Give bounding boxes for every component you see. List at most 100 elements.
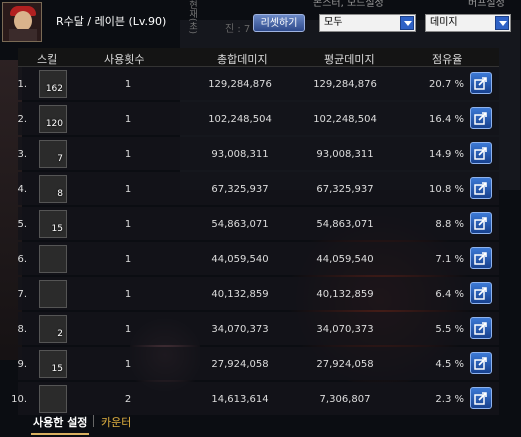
metric-select[interactable]: 데미지: [425, 14, 511, 32]
burst-icon: [39, 245, 67, 273]
blade-icon: 120: [39, 105, 67, 133]
damage-share: 8.8 %: [435, 219, 464, 230]
background-ghost-text: 진 : 7: [225, 24, 251, 35]
target-select[interactable]: 모두: [319, 14, 416, 32]
table-row: 9. 15 1 27,924,058 27,924,058 4.5 %: [0, 347, 521, 382]
detail-button[interactable]: [470, 177, 492, 199]
total-damage: 129,284,876: [208, 79, 272, 90]
total-damage: 102,248,504: [208, 114, 272, 125]
row-index: 1.: [17, 79, 27, 90]
export-icon: [474, 357, 487, 370]
export-icon: [474, 287, 487, 300]
detail-button[interactable]: [470, 247, 492, 269]
swirl-icon: 7: [39, 140, 67, 168]
column-skill: 스킬: [37, 53, 58, 66]
use-count: 1: [124, 359, 132, 370]
table-row: 6. 1 44,059,540 44,059,540 7.1 %: [0, 242, 521, 277]
row-index: 5.: [17, 219, 27, 230]
row-index: 9.: [17, 359, 27, 370]
tab-counter[interactable]: 카운터: [101, 414, 131, 430]
detail-button[interactable]: [470, 107, 492, 129]
skill-level: 7: [57, 154, 63, 164]
export-icon: [474, 77, 487, 90]
character-name: R수달 / 레이븐 (Lv.90): [56, 15, 167, 28]
use-count: 1: [124, 79, 132, 90]
avg-damage: 54,863,071: [316, 219, 374, 230]
total-damage: 44,059,540: [211, 254, 269, 265]
total-damage: 14,613,614: [211, 394, 269, 405]
column-count: 사용횟수: [104, 53, 145, 66]
vertical-tag: 현재(초): [187, 0, 197, 35]
export-icon: [474, 252, 487, 265]
detail-button[interactable]: [470, 72, 492, 94]
column-avg-damage: 평균데미지: [324, 53, 375, 66]
table-row: 2. 120 1 102,248,504 102,248,504 16.4 %: [0, 102, 521, 137]
export-icon: [474, 217, 487, 230]
table-row: 8. 2 1 34,070,373 34,070,373 5.5 %: [0, 312, 521, 347]
table-row: 3. 7 1 93,008,311 93,008,311 14.9 %: [0, 137, 521, 172]
buff-setting-label: 버프설정: [468, 0, 505, 9]
skill-table: 1. 162 1 129,284,876 129,284,876 20.7 % …: [0, 67, 521, 417]
reset-button[interactable]: 리셋하기: [253, 14, 305, 32]
use-count: 1: [124, 289, 132, 300]
avg-damage: 67,325,937: [316, 184, 374, 195]
damage-share: 6.4 %: [435, 289, 464, 300]
row-index: 8.: [17, 324, 27, 335]
table-row: 7. 1 40,132,859 40,132,859 6.4 %: [0, 277, 521, 312]
table-header: 스킬 사용횟수 총합데미지 평균데미지 점유율: [18, 48, 499, 67]
spin-icon: 15: [39, 210, 67, 238]
metric-select-value: 데미지: [430, 17, 458, 28]
use-count: 1: [124, 324, 132, 335]
slash-icon: 8: [39, 175, 67, 203]
detail-button[interactable]: [470, 352, 492, 374]
window-header: R수달 / 레이븐 (Lv.90) 현재(초) 몬스터, 모드설정 버프설정 진…: [0, 0, 521, 46]
detail-button[interactable]: [470, 212, 492, 234]
row-index: 6.: [17, 254, 27, 265]
tab-divider: [93, 415, 94, 427]
export-icon: [474, 112, 487, 125]
damage-share: 2.3 %: [435, 394, 464, 405]
column-share: 점유율: [432, 53, 463, 66]
detail-button[interactable]: [470, 387, 492, 409]
avg-damage: 129,284,876: [313, 79, 377, 90]
monster-mode-label: 몬스터, 모드설정: [313, 0, 384, 9]
row-index: 3.: [17, 149, 27, 160]
damage-share: 4.5 %: [435, 359, 464, 370]
use-count: 1: [124, 184, 132, 195]
use-count: 2: [124, 394, 132, 405]
skill-level: 15: [51, 364, 63, 374]
export-icon: [474, 147, 487, 160]
export-icon: [474, 392, 487, 405]
column-total-damage: 총합데미지: [217, 53, 268, 66]
damage-share: 20.7 %: [429, 79, 464, 90]
skill-level: 120: [45, 119, 63, 129]
chevron-down-icon[interactable]: [495, 16, 509, 30]
detail-button[interactable]: [470, 317, 492, 339]
detail-button[interactable]: [470, 142, 492, 164]
use-count: 1: [124, 114, 132, 125]
row-index: 2.: [17, 114, 27, 125]
row-index: 4.: [17, 184, 27, 195]
avg-damage: 93,008,311: [316, 149, 374, 160]
total-damage: 67,325,937: [211, 184, 269, 195]
row-index: 10.: [11, 394, 27, 405]
table-row: 5. 15 1 54,863,071 54,863,071 8.8 %: [0, 207, 521, 242]
total-damage: 27,924,058: [211, 359, 269, 370]
damage-share: 7.1 %: [435, 254, 464, 265]
skill-level: 2: [57, 329, 63, 339]
total-damage: 40,132,859: [211, 289, 269, 300]
chevron-down-icon[interactable]: [400, 16, 414, 30]
use-count: 1: [124, 149, 132, 160]
avg-damage: 40,132,859: [316, 289, 374, 300]
cross-blade-icon: 2: [39, 315, 67, 343]
table-row: 1. 162 1 129,284,876 129,284,876 20.7 %: [0, 67, 521, 102]
use-count: 1: [124, 219, 132, 230]
export-icon: [474, 182, 487, 195]
total-damage: 93,008,311: [211, 149, 269, 160]
total-damage: 54,863,071: [211, 219, 269, 230]
detail-button[interactable]: [470, 282, 492, 304]
hook-icon: 15: [39, 350, 67, 378]
avg-damage: 27,924,058: [316, 359, 374, 370]
tab-used-settings[interactable]: 사용한 설정: [30, 414, 90, 435]
dark-slash-icon: 162: [39, 70, 67, 98]
